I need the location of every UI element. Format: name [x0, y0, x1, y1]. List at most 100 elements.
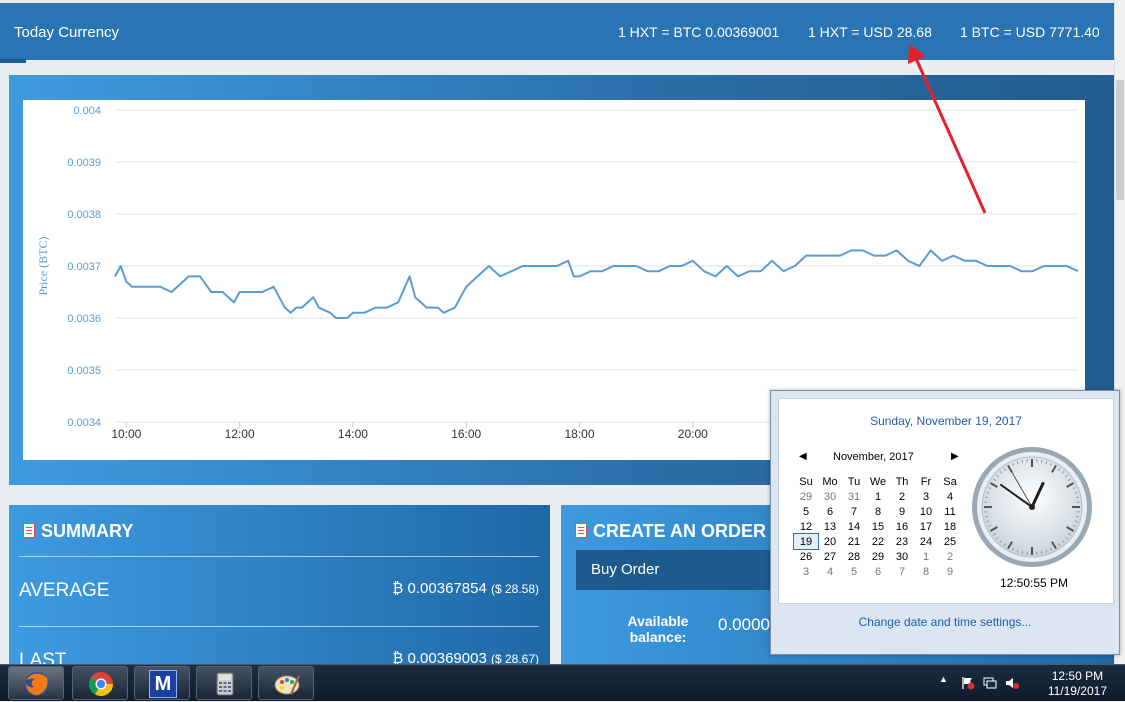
calendar-day[interactable]: 23	[890, 534, 914, 549]
calendar-day[interactable]: 9	[890, 504, 914, 519]
taskbar-paint[interactable]	[258, 666, 314, 700]
divider	[19, 626, 539, 627]
long-date-link[interactable]: Sunday, November 19, 2017	[779, 414, 1113, 428]
calendar-day[interactable]: 29	[866, 549, 890, 564]
calendar-day[interactable]: 20	[818, 534, 842, 549]
calendar-day[interactable]: 14	[842, 519, 866, 534]
weekday-header: Tu	[842, 474, 866, 489]
clock-tick	[985, 497, 988, 498]
summary-heading: SUMMARY	[23, 521, 133, 542]
weekday-header: Fr	[914, 474, 938, 489]
change-date-time-link[interactable]: Change date and time settings...	[771, 615, 1119, 629]
y-axis-label: Price (BTC)	[36, 237, 50, 296]
calendar-day[interactable]: 3	[794, 564, 818, 579]
action-center-flag-icon[interactable]	[961, 676, 975, 690]
calendar-day[interactable]: 26	[794, 549, 818, 564]
calendar-day[interactable]: 19	[794, 534, 818, 549]
paint-icon	[273, 670, 301, 698]
calendar-day[interactable]: 22	[866, 534, 890, 549]
calendar-day[interactable]: 2	[938, 549, 962, 564]
calendar-day[interactable]: 9	[938, 564, 962, 579]
taskbar-chrome[interactable]	[72, 666, 128, 700]
calendar-day[interactable]: 6	[866, 564, 890, 579]
y-tick-label: 0.0036	[67, 313, 101, 325]
y-tick-label: 0.0039	[67, 157, 101, 169]
prev-month-button[interactable]: ◀	[799, 451, 807, 462]
calendar-time: 12:50:55 PM	[984, 576, 1084, 590]
average-label: AVERAGE	[19, 580, 109, 602]
month-year-label[interactable]: November, 2017	[833, 451, 914, 463]
taskbar-calculator[interactable]	[196, 666, 252, 700]
x-tick-label: 12:00	[225, 427, 255, 441]
arrow-shaft	[914, 54, 985, 213]
calendar-day[interactable]: 12	[794, 519, 818, 534]
x-tick-label: 10:00	[111, 427, 141, 441]
calendar-day[interactable]: 8	[866, 504, 890, 519]
average-usd: ($ 28.58)	[491, 582, 539, 596]
calendar-day[interactable]: 4	[938, 489, 962, 504]
calendar-day[interactable]: 29	[794, 489, 818, 504]
calendar-day[interactable]: 16	[890, 519, 914, 534]
calendar-day[interactable]: 15	[866, 519, 890, 534]
chrome-icon	[87, 670, 115, 698]
summary-title: SUMMARY	[41, 521, 133, 541]
firefox-icon	[23, 670, 51, 698]
calendar-day[interactable]: 8	[914, 564, 938, 579]
calendar-day[interactable]: 18	[938, 519, 962, 534]
volume-muted-icon[interactable]	[1005, 676, 1019, 690]
x-tick-label: 16:00	[451, 427, 481, 441]
buy-order-tab[interactable]: Buy Order	[576, 550, 776, 590]
average-value: ₿ 0.00367854 ($ 28.58)	[392, 580, 539, 597]
calendar-day[interactable]: 30	[890, 549, 914, 564]
show-hidden-icons-arrow[interactable]: ▲	[939, 674, 953, 688]
calendar-day[interactable]: 2	[890, 489, 914, 504]
calendar-day[interactable]: 21	[842, 534, 866, 549]
y-tick-label: 0.0034	[67, 417, 101, 429]
network-icon[interactable]	[983, 676, 997, 690]
calendar-day[interactable]: 28	[842, 549, 866, 564]
calendar-day[interactable]: 5	[842, 564, 866, 579]
calendar-day[interactable]: 5	[794, 504, 818, 519]
available-balance-value: 0.0000	[718, 615, 770, 635]
next-month-button[interactable]: ▶	[951, 451, 959, 462]
calendar-day[interactable]: 3	[914, 489, 938, 504]
calendar-popup: Sunday, November 19, 2017 ◀ November, 20…	[770, 390, 1120, 655]
calendar-day[interactable]: 7	[842, 504, 866, 519]
clock-tick	[1076, 516, 1079, 517]
calendar-day[interactable]: 7	[890, 564, 914, 579]
clock-tick	[1041, 551, 1042, 554]
clock-tick	[1041, 460, 1042, 463]
calendar-day[interactable]: 1	[914, 549, 938, 564]
order-heading: CREATE AN ORDER (	[575, 521, 777, 542]
calendar-day[interactable]: 17	[914, 519, 938, 534]
taskbar-clock[interactable]: 12:50 PM 11/19/2017	[1048, 669, 1107, 699]
calendar-day[interactable]: 11	[938, 504, 962, 519]
calendar-day[interactable]: 27	[818, 549, 842, 564]
calendar-day[interactable]: 24	[914, 534, 938, 549]
weekday-header: Sa	[938, 474, 962, 489]
calendar-day[interactable]: 1	[866, 489, 890, 504]
calendar-day[interactable]: 31	[842, 489, 866, 504]
scrollbar-thumb[interactable]	[1116, 80, 1124, 200]
calendar-day[interactable]: 6	[818, 504, 842, 519]
m-app-icon: M	[149, 670, 177, 698]
rate-hxt-btc: 1 HXT = BTC 0.00369001	[618, 24, 779, 40]
taskbar-firefox[interactable]	[8, 666, 64, 700]
analog-clock-icon	[969, 444, 1095, 570]
weekday-header: We	[866, 474, 890, 489]
calendar-day[interactable]: 13	[818, 519, 842, 534]
divider	[19, 556, 539, 557]
calendar-day[interactable]: 4	[818, 564, 842, 579]
calendar-day[interactable]: 30	[818, 489, 842, 504]
taskbar-m-app[interactable]: M	[134, 666, 190, 700]
calendar-day[interactable]: 25	[938, 534, 962, 549]
available-balance-label: Available balance:	[613, 613, 703, 645]
notepad-icon	[23, 523, 35, 538]
clock-tick	[985, 516, 988, 517]
calendar-body: Sunday, November 19, 2017 ◀ November, 20…	[778, 398, 1114, 604]
calendar-day[interactable]: 10	[914, 504, 938, 519]
active-underline	[0, 59, 26, 63]
header-title: Today Currency	[14, 24, 119, 41]
annotation-arrow	[900, 40, 1000, 220]
weekday-header: Th	[890, 474, 914, 489]
